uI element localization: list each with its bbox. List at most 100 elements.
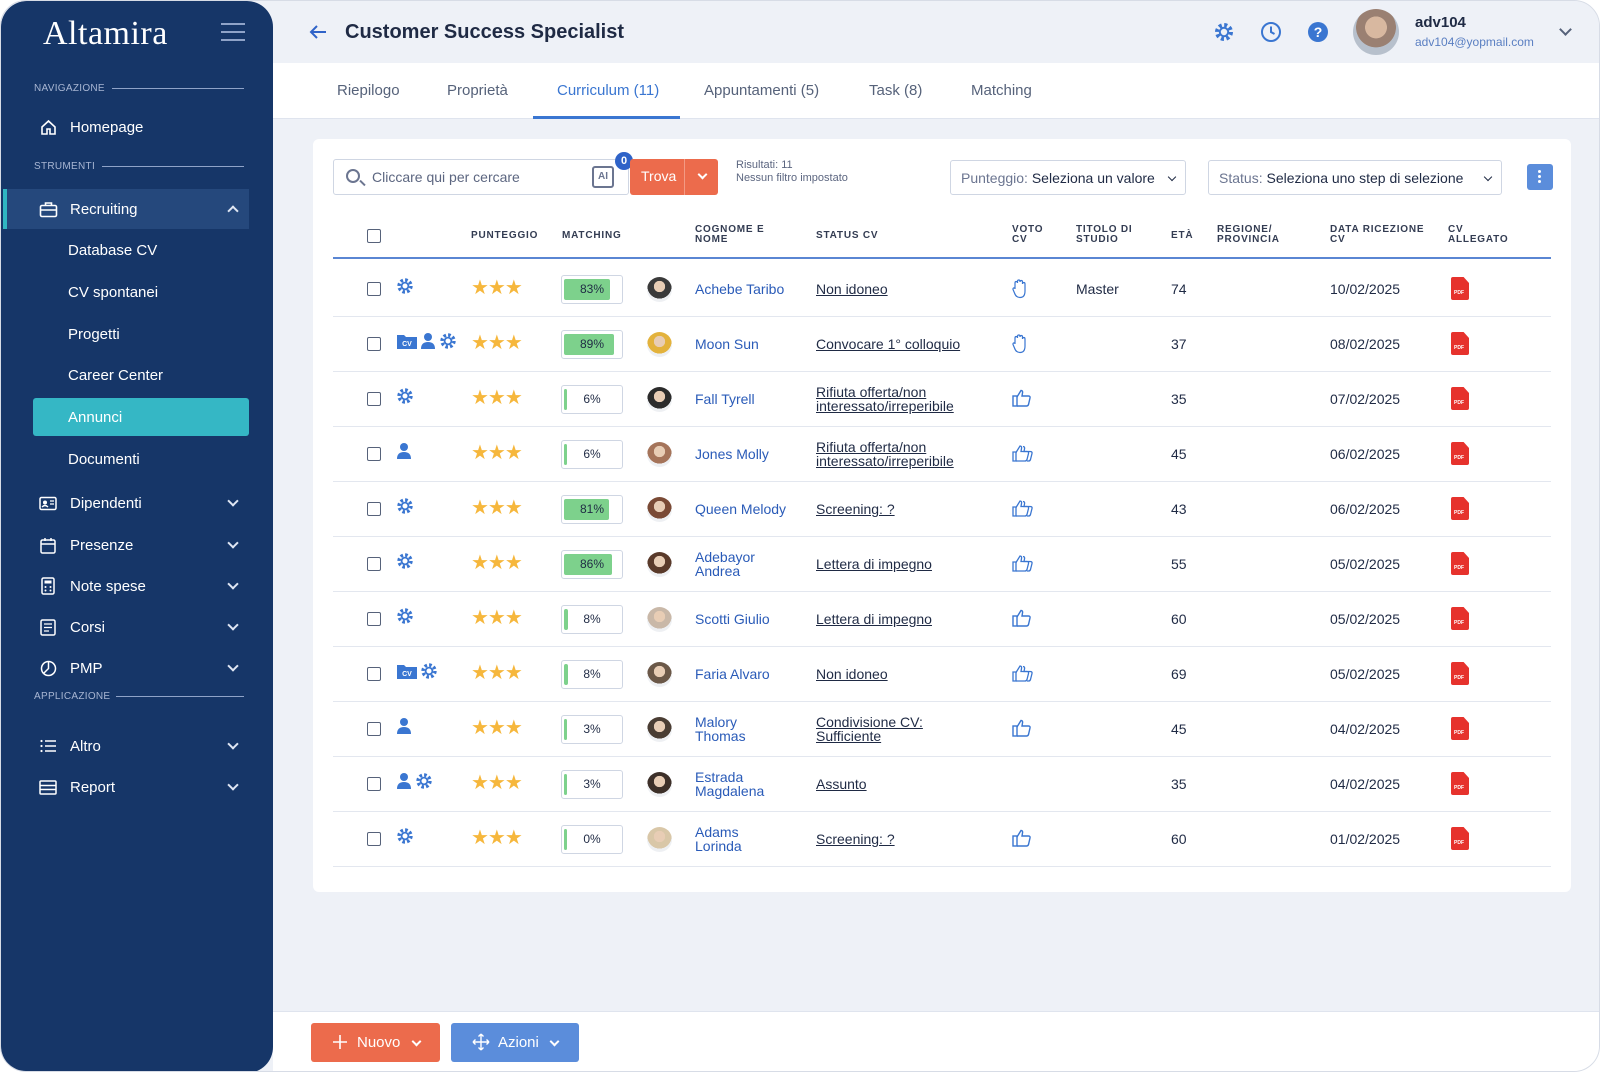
score-stars[interactable]: ★★★ xyxy=(471,553,523,573)
score-stars[interactable]: ★★★ xyxy=(471,718,523,738)
menu-toggle-icon[interactable] xyxy=(221,23,245,41)
gear-icon[interactable] xyxy=(1213,21,1235,43)
double-thumb-icon[interactable] xyxy=(1012,554,1034,577)
cv-status-link[interactable]: Convocare 1° colloquio xyxy=(816,337,960,351)
table-row[interactable]: ★★★ 0% Adams Lorinda Screening: ? 60 01/0… xyxy=(333,811,1551,867)
pdf-file-icon[interactable] xyxy=(1451,662,1469,685)
sidebar-subitem-progetti[interactable]: Progetti xyxy=(68,326,120,343)
cv-status-link[interactable]: Lettera di impegno xyxy=(816,557,932,571)
cv-folder-icon[interactable]: CV xyxy=(396,662,418,685)
cv-folder-icon[interactable]: CV xyxy=(396,332,418,355)
row-checkbox[interactable] xyxy=(367,667,381,681)
score-stars[interactable]: ★★★ xyxy=(471,278,523,298)
score-stars[interactable]: ★★★ xyxy=(471,828,523,848)
table-row[interactable]: ★★★ 83% Achebe Taribo Non idoneo Master … xyxy=(333,261,1551,317)
score-stars[interactable]: ★★★ xyxy=(471,443,523,463)
column-matching[interactable]: MATCHING xyxy=(562,231,622,241)
table-row[interactable]: ★★★ 3% Malory Thomas Condivisione CV: Suff… xyxy=(333,701,1551,757)
candidate-name[interactable]: Achebe Taribo xyxy=(695,282,784,296)
tab-matching[interactable]: Matching xyxy=(971,82,1032,99)
table-row[interactable]: ★★★ 86% Adebayor Andrea Lettera di impegn… xyxy=(333,536,1551,592)
candidate-name[interactable]: Jones Molly xyxy=(695,447,769,461)
row-checkbox[interactable] xyxy=(367,777,381,791)
candidate-name[interactable]: Adams Lorinda xyxy=(695,825,742,853)
person-icon[interactable] xyxy=(396,717,412,740)
table-row[interactable]: CV ★★★ 8% Faria Alvaro Non idoneo 69 05/… xyxy=(333,646,1551,702)
sidebar-item-presenze[interactable]: Presenze xyxy=(31,525,249,565)
candidate-name[interactable]: Queen Melody xyxy=(695,502,786,516)
tab-riepilogo[interactable]: Riepilogo xyxy=(337,82,400,99)
score-stars[interactable]: ★★★ xyxy=(471,608,523,628)
back-arrow-icon[interactable] xyxy=(309,23,327,46)
sidebar-subitem-documenti[interactable]: Documenti xyxy=(68,451,140,468)
candidate-name[interactable]: Malory Thomas xyxy=(695,715,746,743)
row-checkbox[interactable] xyxy=(367,282,381,296)
person-icon[interactable] xyxy=(420,332,436,355)
cv-status-link[interactable]: Non idoneo xyxy=(816,667,888,681)
column-voto[interactable]: VOTO CV xyxy=(1012,225,1043,245)
sidebar-item-note-spese[interactable]: Note spese xyxy=(31,566,249,606)
column-eta[interactable]: ETÀ xyxy=(1171,231,1193,241)
more-options-button[interactable] xyxy=(1527,164,1553,190)
row-checkbox[interactable] xyxy=(367,337,381,351)
tab-curriculum[interactable]: Curriculum (11) xyxy=(557,82,659,99)
clock-icon[interactable] xyxy=(1260,21,1282,43)
gear-icon[interactable] xyxy=(415,772,433,795)
pdf-file-icon[interactable] xyxy=(1451,277,1469,300)
pdf-file-icon[interactable] xyxy=(1451,387,1469,410)
sidebar-item-dipendenti[interactable]: Dipendenti xyxy=(31,483,249,523)
hand-icon[interactable] xyxy=(1012,334,1028,359)
column-punteggio[interactable]: PUNTEGGIO xyxy=(471,231,538,241)
pdf-file-icon[interactable] xyxy=(1451,442,1469,465)
gear-icon[interactable] xyxy=(396,497,414,520)
sidebar-item-corsi[interactable]: Corsi xyxy=(31,607,249,647)
sidebar-item-altro[interactable]: Altro xyxy=(31,726,249,766)
gear-icon[interactable] xyxy=(396,552,414,575)
pdf-file-icon[interactable] xyxy=(1451,717,1469,740)
person-icon[interactable] xyxy=(396,442,412,465)
pdf-file-icon[interactable] xyxy=(1451,772,1469,795)
candidate-name[interactable]: Fall Tyrell xyxy=(695,392,755,406)
row-checkbox[interactable] xyxy=(367,557,381,571)
chevron-down-icon[interactable] xyxy=(1559,23,1572,36)
column-regione[interactable]: REGIONE/PROVINCIA xyxy=(1217,225,1280,245)
tab-appuntamenti[interactable]: Appuntamenti (5) xyxy=(704,82,819,99)
score-stars[interactable]: ★★★ xyxy=(471,773,523,793)
sidebar-subitem-cv-spontanei[interactable]: CV spontanei xyxy=(68,284,158,301)
thumb-up-icon[interactable] xyxy=(1012,719,1032,742)
cv-status-link[interactable]: Assunto xyxy=(816,777,867,791)
thumb-up-icon[interactable] xyxy=(1012,829,1032,852)
pdf-file-icon[interactable] xyxy=(1451,332,1469,355)
column-data[interactable]: DATA RICEZIONE CV xyxy=(1330,225,1424,245)
gear-icon[interactable] xyxy=(396,387,414,410)
help-icon[interactable]: ? xyxy=(1307,21,1329,43)
pdf-file-icon[interactable] xyxy=(1451,827,1469,850)
pdf-file-icon[interactable] xyxy=(1451,607,1469,630)
score-stars[interactable]: ★★★ xyxy=(471,498,523,518)
candidate-name[interactable]: Faria Alvaro xyxy=(695,667,770,681)
gear-icon[interactable] xyxy=(396,277,414,300)
thumb-up-icon[interactable] xyxy=(1012,389,1032,412)
cv-status-link[interactable]: Screening: ? xyxy=(816,502,895,516)
nuovo-button[interactable]: Nuovo xyxy=(311,1023,440,1062)
pdf-file-icon[interactable] xyxy=(1451,497,1469,520)
candidate-name[interactable]: Estrada Magdalena xyxy=(695,770,764,798)
sidebar-item-pmp[interactable]: PMP xyxy=(31,648,249,688)
cv-status-link[interactable]: Screening: ? xyxy=(816,832,895,846)
row-checkbox[interactable] xyxy=(367,447,381,461)
sidebar-subitem-database-cv[interactable]: Database CV xyxy=(68,242,157,259)
table-row[interactable]: CV ★★★ 89% Moon Sun Convocare 1° colloqu… xyxy=(333,316,1551,372)
hand-icon[interactable] xyxy=(1012,279,1028,304)
pdf-file-icon[interactable] xyxy=(1451,552,1469,575)
cv-status-link[interactable]: Condivisione CV: Sufficiente xyxy=(816,715,923,743)
table-row[interactable]: ★★★ 81% Queen Melody Screening: ? 43 06/… xyxy=(333,481,1551,537)
double-thumb-icon[interactable] xyxy=(1012,444,1034,467)
sidebar-item-homepage[interactable]: Homepage xyxy=(31,107,249,147)
row-checkbox[interactable] xyxy=(367,832,381,846)
gear-icon[interactable] xyxy=(396,607,414,630)
column-nome[interactable]: COGNOME E NOME xyxy=(695,225,764,245)
gear-icon[interactable] xyxy=(420,662,438,685)
column-status[interactable]: STATUS CV xyxy=(816,231,878,241)
column-allegato[interactable]: CV ALLEGATO xyxy=(1448,225,1508,245)
score-stars[interactable]: ★★★ xyxy=(471,388,523,408)
